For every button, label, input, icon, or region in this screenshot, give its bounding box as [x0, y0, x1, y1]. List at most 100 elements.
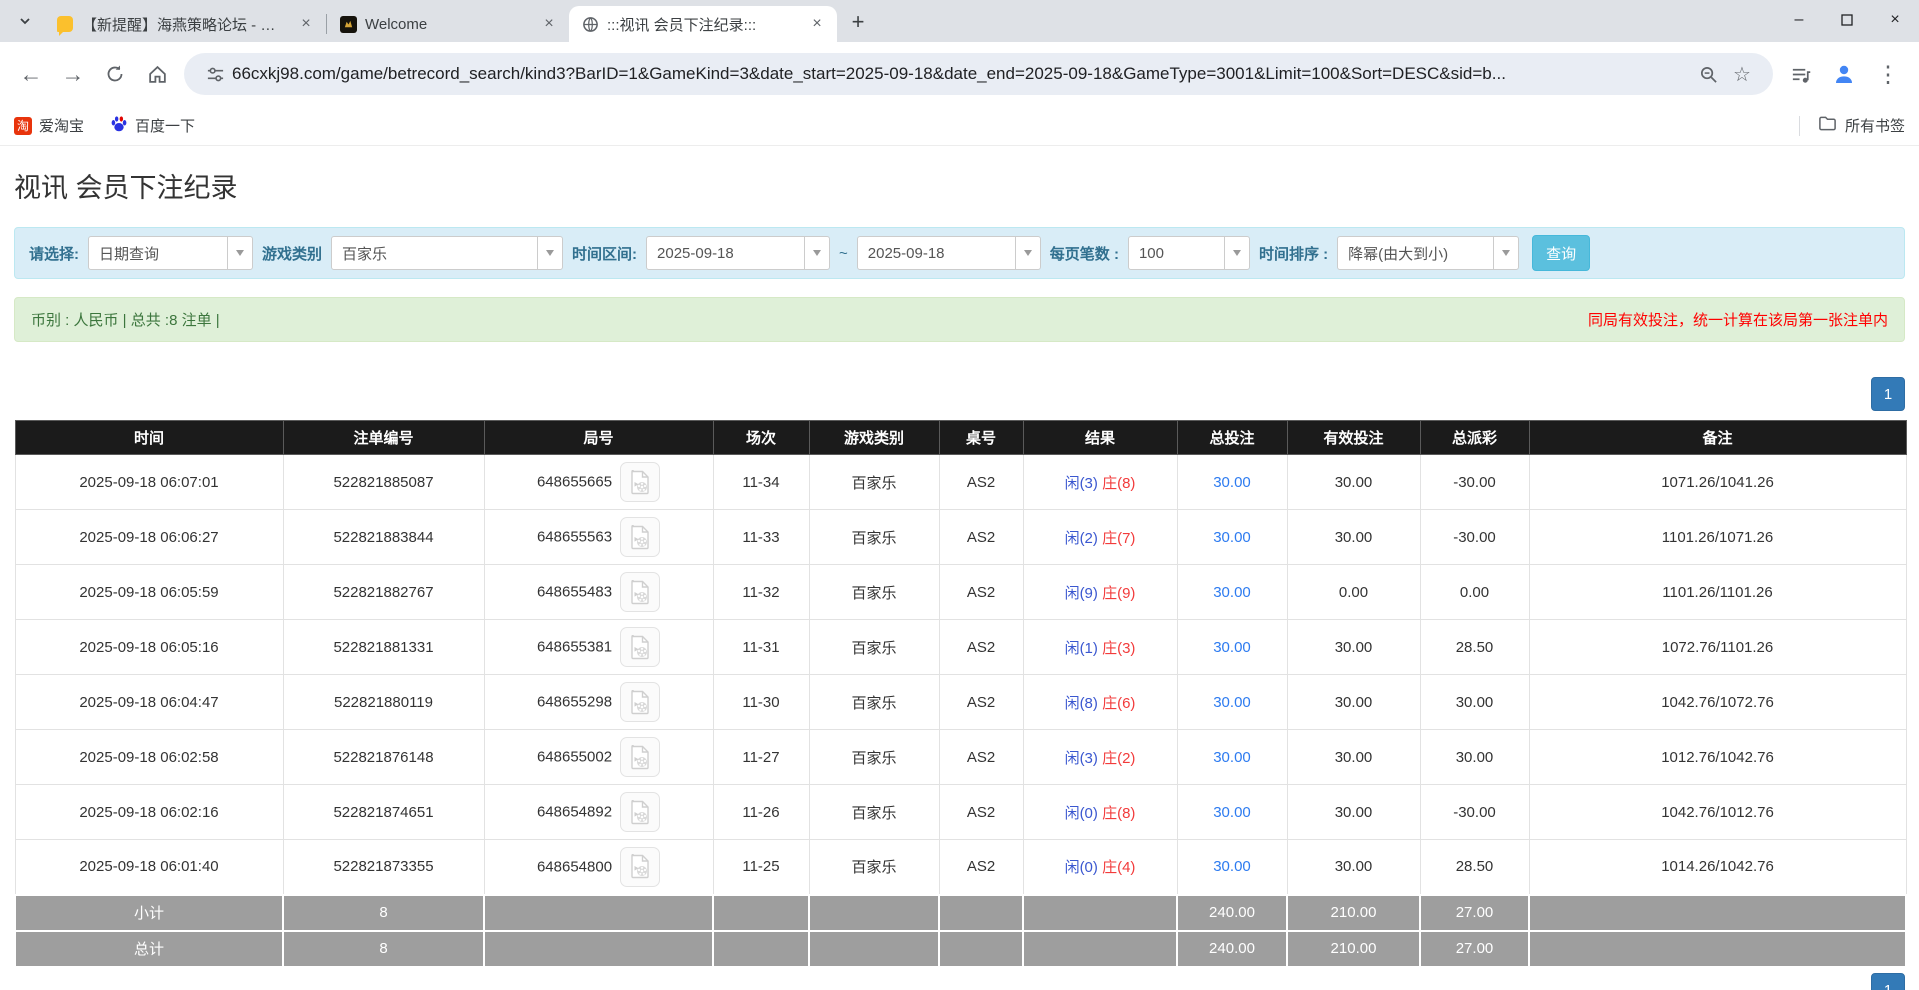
game-type-select[interactable]: 百家乐: [331, 236, 563, 270]
bookmark-label: 百度一下: [135, 115, 195, 136]
total-bet-link[interactable]: 30.00: [1213, 749, 1251, 766]
cell-time: 2025-09-18 06:05:59: [15, 565, 283, 620]
cell-valid-bet: 30.00: [1287, 840, 1420, 895]
cell-game-type: 百家乐: [809, 510, 939, 565]
maximize-button[interactable]: [1823, 0, 1871, 40]
bookmark-baidu[interactable]: 百度一下: [110, 115, 195, 137]
close-tab-icon[interactable]: ×: [807, 14, 827, 34]
column-header: 局号: [484, 421, 713, 455]
tab-forum[interactable]: 【新提醒】海燕策略论坛 - 综合 ×: [44, 6, 326, 42]
zoom-icon[interactable]: [1691, 57, 1725, 91]
maximize-icon: [1841, 14, 1853, 26]
video-record-button[interactable]: [620, 682, 660, 722]
menu-kebab-icon[interactable]: ⋮: [1867, 53, 1909, 95]
site-settings-icon[interactable]: [198, 57, 232, 91]
chevron-down-icon: [1015, 237, 1040, 269]
cell-bet-id: 522821885087: [283, 455, 484, 510]
footer-cell: 27.00: [1420, 895, 1529, 931]
divider: [1799, 116, 1800, 136]
result-banker: 庄(4): [1102, 859, 1135, 876]
result-banker: 庄(6): [1102, 695, 1135, 712]
footer-cell: 8: [283, 931, 484, 967]
bookmark-star-icon[interactable]: ☆: [1725, 57, 1759, 91]
tab-search-button[interactable]: [10, 6, 40, 36]
cell-payout: 30.00: [1420, 730, 1529, 785]
total-bet-link[interactable]: 30.00: [1213, 858, 1251, 875]
pagination-page-1[interactable]: 1: [1871, 377, 1905, 411]
video-record-button[interactable]: [620, 847, 660, 887]
footer-cell: [939, 895, 1023, 931]
cell-total-bet: 30.00: [1177, 840, 1287, 895]
tab-strip: 【新提醒】海燕策略论坛 - 综合 × Welcome × :::视讯 会员下注纪…: [0, 0, 1919, 42]
close-tab-icon[interactable]: ×: [296, 14, 316, 34]
welcome-favicon-icon: [339, 15, 357, 33]
sort-select[interactable]: 降幂(由大到小): [1337, 236, 1519, 270]
footer-cell: 240.00: [1177, 895, 1287, 931]
total-bet-link[interactable]: 30.00: [1213, 584, 1251, 601]
cell-game-type: 百家乐: [809, 730, 939, 785]
home-icon: [147, 64, 168, 85]
new-tab-button[interactable]: +: [843, 7, 873, 37]
close-window-button[interactable]: ×: [1871, 0, 1919, 40]
cell-bet-id: 522821876148: [283, 730, 484, 785]
date-end-select[interactable]: 2025-09-18: [857, 236, 1041, 270]
total-bet-link[interactable]: 30.00: [1213, 529, 1251, 546]
search-button[interactable]: 查询: [1532, 235, 1590, 271]
back-button[interactable]: ←: [10, 53, 52, 95]
video-record-button[interactable]: [620, 627, 660, 667]
cell-total-bet: 30.00: [1177, 730, 1287, 785]
query-type-select[interactable]: 日期查询: [88, 236, 253, 270]
cell-table: AS2: [939, 510, 1023, 565]
video-record-button[interactable]: [620, 462, 660, 502]
close-tab-icon[interactable]: ×: [539, 14, 559, 34]
pagination-page-1-bottom[interactable]: 1: [1871, 973, 1905, 990]
date-start-select[interactable]: 2025-09-18: [646, 236, 830, 270]
total-bet-link[interactable]: 30.00: [1213, 694, 1251, 711]
game-type-value: 百家乐: [342, 243, 387, 264]
media-controls-icon[interactable]: [1779, 53, 1821, 95]
cell-table: AS2: [939, 785, 1023, 840]
url-text[interactable]: 66cxkj98.com/game/betrecord_search/kind3…: [232, 64, 1691, 84]
tab-bet-records[interactable]: :::视讯 会员下注纪录::: ×: [569, 6, 837, 42]
video-record-button[interactable]: [620, 792, 660, 832]
cell-round: 648655298: [484, 675, 713, 730]
total-bet-link[interactable]: 30.00: [1213, 474, 1251, 491]
video-record-button[interactable]: [620, 737, 660, 777]
cell-round: 648655483: [484, 565, 713, 620]
footer-cell: 小计: [15, 895, 283, 931]
film-record-icon: [630, 854, 651, 879]
reload-button[interactable]: [94, 53, 136, 95]
bookmark-taobao[interactable]: 淘 爱淘宝: [14, 115, 84, 136]
total-bet-link[interactable]: 30.00: [1213, 639, 1251, 656]
cell-round: 648655563: [484, 510, 713, 565]
profile-avatar[interactable]: [1823, 53, 1865, 95]
footer-cell: [809, 895, 939, 931]
total-bet-link[interactable]: 30.00: [1213, 804, 1251, 821]
cell-time: 2025-09-18 06:01:40: [15, 840, 283, 895]
toolbar-right: ⋮: [1779, 53, 1909, 95]
url-bar[interactable]: 66cxkj98.com/game/betrecord_search/kind3…: [184, 53, 1773, 95]
cell-time: 2025-09-18 06:02:58: [15, 730, 283, 785]
footer-cell: [809, 931, 939, 967]
tab-welcome[interactable]: Welcome ×: [327, 6, 569, 42]
cell-total-bet: 30.00: [1177, 565, 1287, 620]
cell-game-type: 百家乐: [809, 565, 939, 620]
film-record-icon: [630, 745, 651, 770]
round-number: 648654892: [537, 804, 612, 821]
round-number: 648655298: [537, 694, 612, 711]
footer-cell: [484, 931, 713, 967]
all-bookmarks-button[interactable]: 所有书签: [1799, 114, 1905, 137]
forward-button[interactable]: →: [52, 53, 94, 95]
cell-note: 1042.76/1072.76: [1529, 675, 1906, 730]
page-size-select[interactable]: 100: [1128, 236, 1250, 270]
taobao-icon: 淘: [14, 117, 32, 135]
bookmark-label: 爱淘宝: [39, 115, 84, 136]
video-record-button[interactable]: [620, 517, 660, 557]
column-header: 有效投注: [1287, 421, 1420, 455]
cell-total-bet: 30.00: [1177, 620, 1287, 675]
minimize-button[interactable]: –: [1775, 0, 1823, 40]
notice-text: 同局有效投注，统一计算在该局第一张注单内: [1588, 309, 1888, 330]
home-button[interactable]: [136, 53, 178, 95]
video-record-button[interactable]: [620, 572, 660, 612]
cell-table: AS2: [939, 620, 1023, 675]
